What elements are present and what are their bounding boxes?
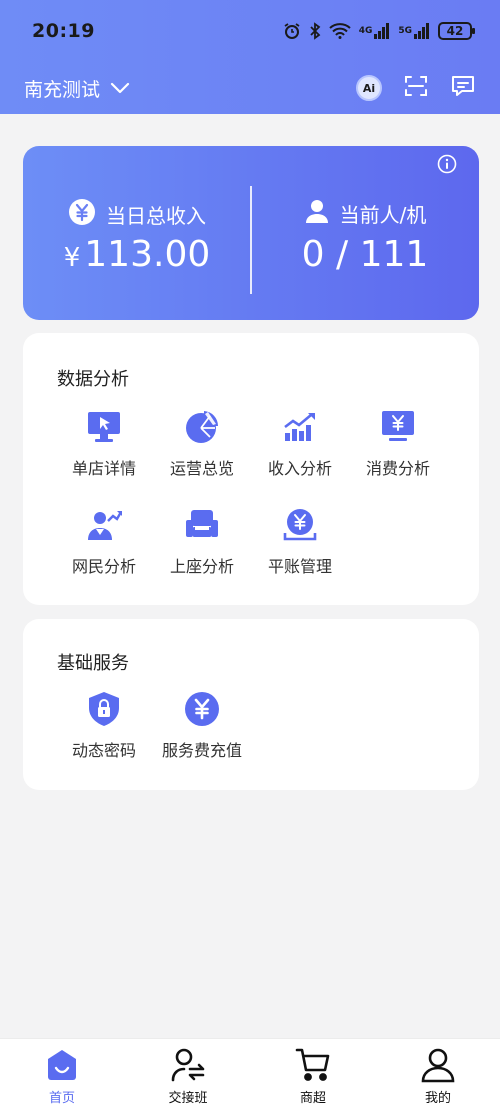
analysis-item-overview[interactable]: 运营总览 xyxy=(152,409,252,489)
nav-label: 商超 xyxy=(299,1091,326,1106)
store-selector[interactable]: 南充测试 xyxy=(24,75,130,102)
nav-mall[interactable]: 商超 xyxy=(273,1045,353,1106)
analysis-item-label: 单店详情 xyxy=(71,459,136,478)
income-value-row: ¥113.00 xyxy=(23,234,251,275)
service-item-fee-recharge[interactable]: 服务费充值 xyxy=(152,691,252,771)
analysis-item-seating[interactable]: 上座分析 xyxy=(152,507,252,587)
signal-icon: 4G xyxy=(359,23,391,39)
home-icon xyxy=(44,1047,80,1083)
service-item-label: 服务费充值 xyxy=(161,741,242,760)
store-name: 南充测试 xyxy=(24,78,101,101)
monitor-yen-icon xyxy=(380,409,416,445)
user-icon xyxy=(304,198,330,229)
yen-coin-icon xyxy=(282,507,318,543)
analysis-item-users[interactable]: 网民分析 xyxy=(54,507,154,587)
shield-lock-icon xyxy=(86,691,122,727)
section-title: 数据分析 xyxy=(57,369,129,390)
status-bar: 20:19 4G 5G 42 xyxy=(0,0,500,62)
users-chart-icon xyxy=(86,507,123,543)
nav-home[interactable]: 首页 xyxy=(22,1045,102,1106)
nav-label: 交接班 xyxy=(168,1091,208,1106)
summary-card[interactable]: 当日总收入 ¥113.00 当前人/机 0 / 111 xyxy=(23,146,479,320)
alarm-icon xyxy=(283,22,301,40)
data-analysis-section: 数据分析 单店详情 运营总览 收入分析 消费分析 网民分析 上座分析 平账管理 xyxy=(23,333,479,605)
service-item-dynamic-password[interactable]: 动态密码 xyxy=(54,691,154,771)
bottom-nav: 首页 交接班 商超 我的 xyxy=(0,1038,500,1106)
users-summary: 当前人/机 0 / 111 xyxy=(251,146,479,320)
basic-services-section: 基础服务 动态密码 服务费充值 xyxy=(23,619,479,790)
income-summary: 当日总收入 ¥113.00 xyxy=(23,146,251,320)
nav-shift[interactable]: 交接班 xyxy=(148,1045,228,1106)
income-value: 113.00 xyxy=(84,234,211,275)
service-item-label: 动态密码 xyxy=(71,741,136,760)
income-currency: ¥ xyxy=(63,243,81,273)
bar-trend-icon xyxy=(282,409,318,445)
chevron-down-icon xyxy=(110,77,130,99)
yen-circle-icon xyxy=(68,198,96,231)
monitor-cursor-icon xyxy=(86,409,122,445)
message-icon[interactable] xyxy=(450,74,476,102)
scan-icon[interactable] xyxy=(404,74,428,102)
analysis-item-income[interactable]: 收入分析 xyxy=(250,409,350,489)
status-time: 20:19 xyxy=(32,20,95,42)
cart-icon xyxy=(295,1047,331,1083)
income-header: 当日总收入 xyxy=(23,198,251,231)
pie-chart-icon xyxy=(184,409,220,445)
yen-circle-icon xyxy=(184,691,220,727)
analysis-item-label: 平账管理 xyxy=(267,557,332,576)
header-actions: Ai xyxy=(356,74,476,102)
signal-icon-2: 5G xyxy=(398,23,430,39)
users-label: 当前人/机 xyxy=(339,203,427,227)
analysis-item-label: 上座分析 xyxy=(169,557,234,576)
analysis-item-consumption[interactable]: 消费分析 xyxy=(348,409,448,489)
bluetooth-icon xyxy=(309,22,321,40)
analysis-item-label: 网民分析 xyxy=(71,557,136,576)
user-swap-icon xyxy=(170,1047,206,1083)
person-icon xyxy=(420,1047,456,1083)
nav-label: 首页 xyxy=(48,1091,75,1106)
nav-me[interactable]: 我的 xyxy=(398,1045,478,1106)
app-header: 南充测试 Ai xyxy=(0,62,500,114)
analysis-item-label: 消费分析 xyxy=(365,459,430,478)
income-label: 当日总收入 xyxy=(106,204,206,228)
status-icons: 4G 5G 42 xyxy=(283,22,475,40)
users-value: 0 / 111 xyxy=(301,234,429,275)
battery-icon: 42 xyxy=(438,22,475,40)
analysis-item-label: 运营总览 xyxy=(169,459,234,478)
nav-label: 我的 xyxy=(424,1091,451,1106)
users-header: 当前人/机 xyxy=(251,198,479,229)
analysis-item-reconciliation[interactable]: 平账管理 xyxy=(250,507,350,587)
analysis-item-label: 收入分析 xyxy=(267,459,332,478)
wifi-icon xyxy=(329,23,351,39)
section-title: 基础服务 xyxy=(57,653,129,674)
sofa-icon xyxy=(184,507,220,543)
ai-icon[interactable]: Ai xyxy=(356,75,382,101)
analysis-item-store-detail[interactable]: 单店详情 xyxy=(54,409,154,489)
